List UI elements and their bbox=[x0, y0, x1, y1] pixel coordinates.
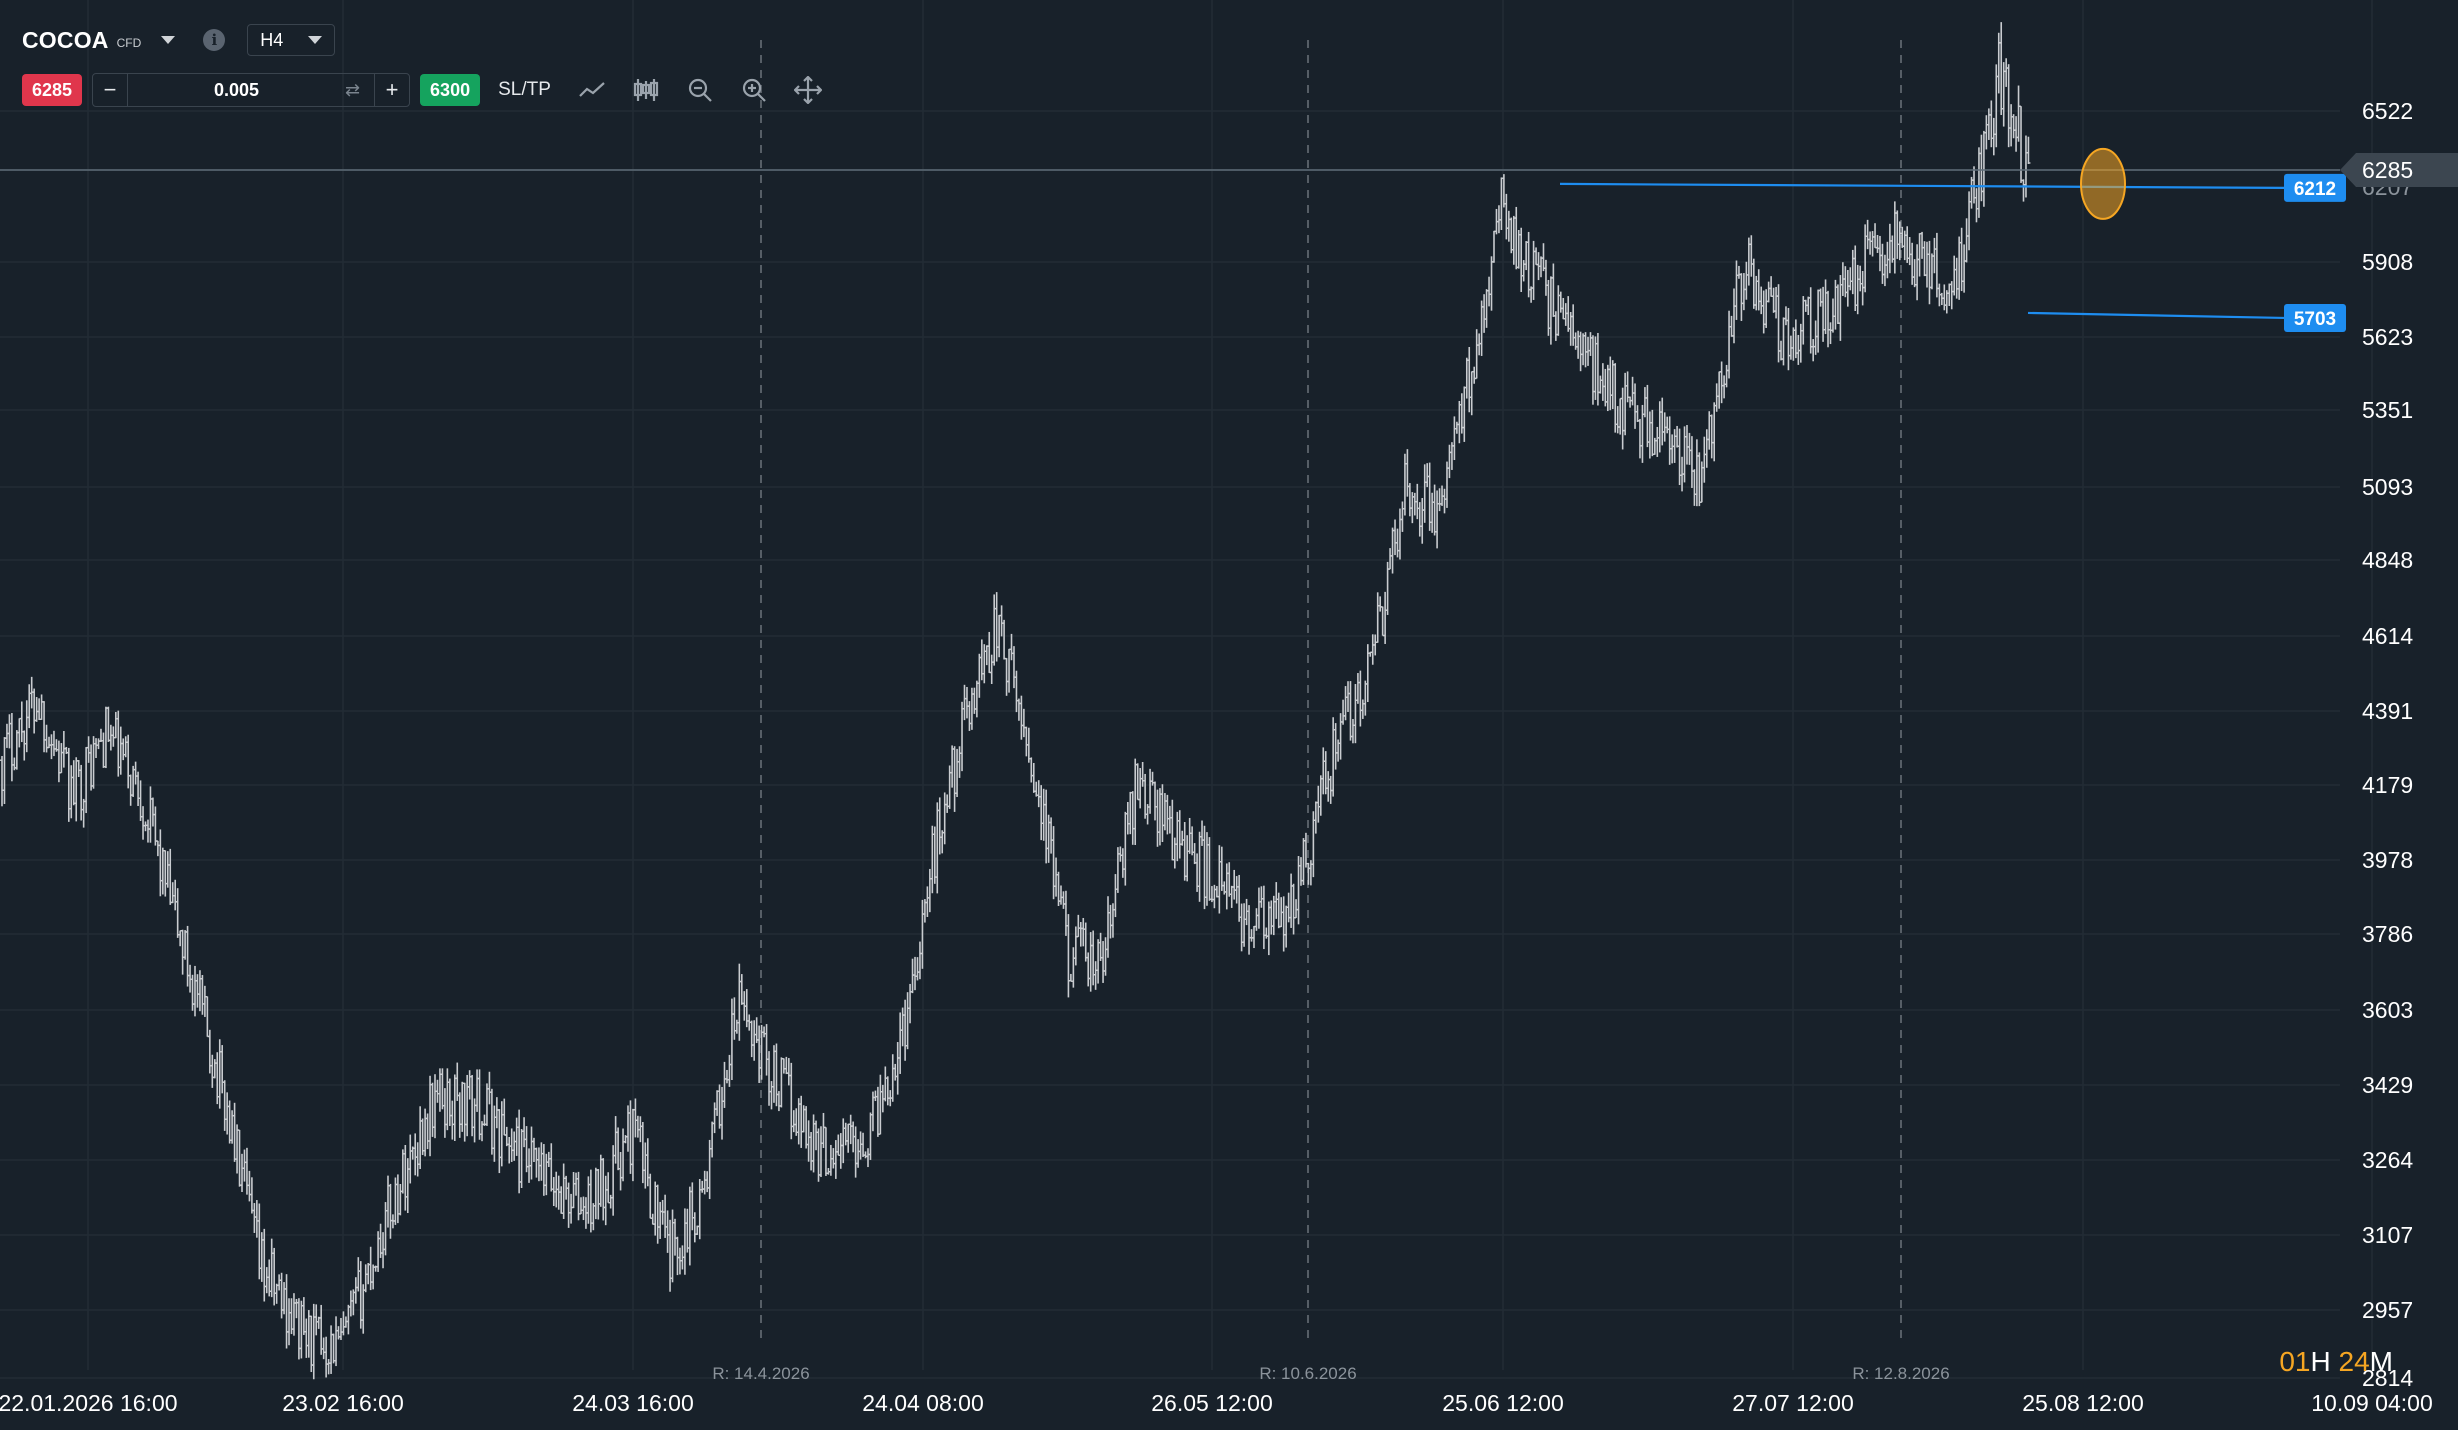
time-tick-label: 25.08 12:00 bbox=[2022, 1390, 2144, 1416]
decrease-quantity-button[interactable]: − bbox=[93, 74, 129, 106]
info-icon[interactable]: i bbox=[203, 29, 226, 51]
symbol-label: COCOA bbox=[22, 26, 109, 53]
price-tick-label: 5623 bbox=[2362, 324, 2413, 350]
candle-countdown: 01H 24M bbox=[2279, 1346, 2393, 1378]
price-tick-label: 4848 bbox=[2362, 547, 2413, 573]
price-tick-label: 6522 bbox=[2362, 98, 2413, 124]
level-label: 5703 bbox=[2294, 309, 2336, 330]
buy-price-button[interactable]: 6300 bbox=[420, 74, 481, 106]
rollover-label: R: 10.6.2026 bbox=[1259, 1364, 1356, 1383]
time-tick-label: 25.06 12:00 bbox=[1442, 1390, 1564, 1416]
timeframe-select[interactable]: H4 bbox=[247, 24, 336, 56]
price-tick-label: 3429 bbox=[2362, 1072, 2413, 1098]
time-tick-label: 23.02 16:00 bbox=[282, 1390, 404, 1416]
zoom-out-icon[interactable] bbox=[685, 75, 715, 105]
price-tick-label: 3786 bbox=[2362, 921, 2413, 947]
price-tick-label: 5351 bbox=[2362, 397, 2413, 423]
support-line bbox=[2027, 311, 2285, 320]
current-price-label: 6285 bbox=[2362, 157, 2413, 183]
swap-icon[interactable]: ⇄ bbox=[345, 80, 360, 101]
zoom-in-icon[interactable] bbox=[739, 75, 769, 105]
countdown-hours: 01 bbox=[2279, 1346, 2311, 1377]
crosshair-icon[interactable] bbox=[793, 75, 823, 105]
price-tick-label: 4179 bbox=[2362, 772, 2413, 798]
rollover-label: R: 14.4.2026 bbox=[712, 1364, 809, 1383]
time-tick-label: 26.05 12:00 bbox=[1151, 1390, 1273, 1416]
countdown-minutes-unit: M bbox=[2369, 1346, 2393, 1377]
price-tick-label: 3603 bbox=[2362, 997, 2413, 1023]
time-axis: 22.01.2026 16:00 23.02 16:00 24.03 16:00 24… bbox=[0, 1390, 2433, 1416]
candlestick-icon[interactable] bbox=[631, 75, 661, 105]
quantity-input[interactable] bbox=[128, 78, 345, 102]
line-chart-icon[interactable] bbox=[577, 75, 607, 105]
price-tick-label: 2957 bbox=[2362, 1297, 2413, 1323]
instrument-type-label: CFD bbox=[116, 36, 142, 50]
symbol-dropdown-chevron-icon[interactable] bbox=[161, 36, 176, 44]
time-tick-label: 24.03 16:00 bbox=[572, 1390, 694, 1416]
price-tick-label: 3264 bbox=[2362, 1147, 2413, 1173]
chevron-down-icon bbox=[308, 36, 323, 44]
time-tick-label: 24.04 08:00 bbox=[862, 1390, 984, 1416]
time-tick-label: 27.07 12:00 bbox=[1732, 1390, 1854, 1416]
timeframe-value: H4 bbox=[260, 29, 284, 50]
instrument-header: COCOA CFD i H4 bbox=[22, 20, 336, 60]
candlestick-series bbox=[0, 22, 2031, 1380]
price-tick-label: 4614 bbox=[2362, 623, 2413, 649]
countdown-minutes: 24 bbox=[2338, 1346, 2370, 1377]
order-toolbar: 6285 − ⇄ + 6300 SL/TP bbox=[22, 70, 823, 110]
price-tick-label: 5093 bbox=[2362, 474, 2413, 500]
time-tick-label: 22.01.2026 16:00 bbox=[0, 1390, 178, 1416]
increase-quantity-button[interactable]: + bbox=[374, 74, 409, 106]
chart-grid bbox=[0, 0, 2373, 1379]
highlight-marker bbox=[2080, 147, 2126, 220]
resistance-line bbox=[1559, 182, 2285, 190]
level-label: 6212 bbox=[2294, 179, 2336, 200]
sell-price-button[interactable]: 6285 bbox=[22, 74, 83, 106]
time-tick-label: 10.09 04:00 bbox=[2311, 1390, 2433, 1416]
countdown-hours-unit: H bbox=[2310, 1346, 2331, 1377]
price-chart[interactable]: R: 14.4.2026 R: 10.6.2026 R: 12.8.2026 621… bbox=[0, 0, 2458, 1430]
price-tick-label: 3107 bbox=[2362, 1222, 2413, 1248]
sltp-button[interactable]: SL/TP bbox=[498, 79, 551, 101]
rollover-label: R: 12.8.2026 bbox=[1852, 1364, 1949, 1383]
price-axis: 6522620759085623535150934848461443914179… bbox=[2340, 98, 2458, 1391]
price-tick-label: 3978 bbox=[2362, 847, 2413, 873]
chart-overlays: 6212 5703 bbox=[0, 147, 2346, 332]
price-tick-label: 5908 bbox=[2362, 249, 2413, 275]
price-tick-label: 4391 bbox=[2362, 698, 2413, 724]
quantity-stepper[interactable]: − ⇄ + bbox=[92, 73, 411, 107]
